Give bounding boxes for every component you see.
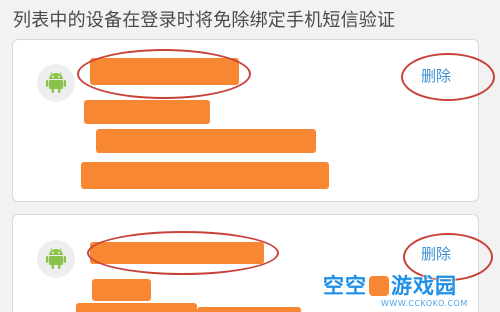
- watermark-text-after: 游戏园: [391, 274, 457, 298]
- annotation-circle: [87, 231, 279, 275]
- redacted-device-info: [197, 307, 301, 312]
- annotation-circle: [77, 49, 251, 99]
- redacted-device-info: [81, 162, 329, 189]
- watermark-logo: 空空 游戏园: [323, 270, 457, 300]
- site-watermark: 空空 游戏园 WWW.CCKOKO.COM: [323, 270, 495, 312]
- android-icon: [46, 72, 66, 93]
- android-icon: [46, 248, 66, 269]
- page-description: 列表中的设备在登录时将免除绑定手机短信验证: [13, 10, 396, 31]
- android-icon: [37, 240, 75, 278]
- redacted-device-info: [96, 129, 316, 153]
- redacted-device-info: [76, 303, 197, 312]
- device-list-page: 列表中的设备在登录时将免除绑定手机短信验证 删除 删除 空空 游戏园 WWW.C…: [0, 0, 500, 312]
- annotation-circle: [401, 53, 495, 101]
- watermark-url: WWW.CCKOKO.COM: [381, 299, 468, 308]
- redacted-device-info: [84, 100, 210, 124]
- watermark-k-icon: [369, 276, 389, 296]
- android-icon: [37, 64, 75, 102]
- redacted-device-info: [92, 279, 151, 301]
- watermark-text-before: 空空: [323, 274, 367, 298]
- device-card: 删除: [12, 39, 495, 202]
